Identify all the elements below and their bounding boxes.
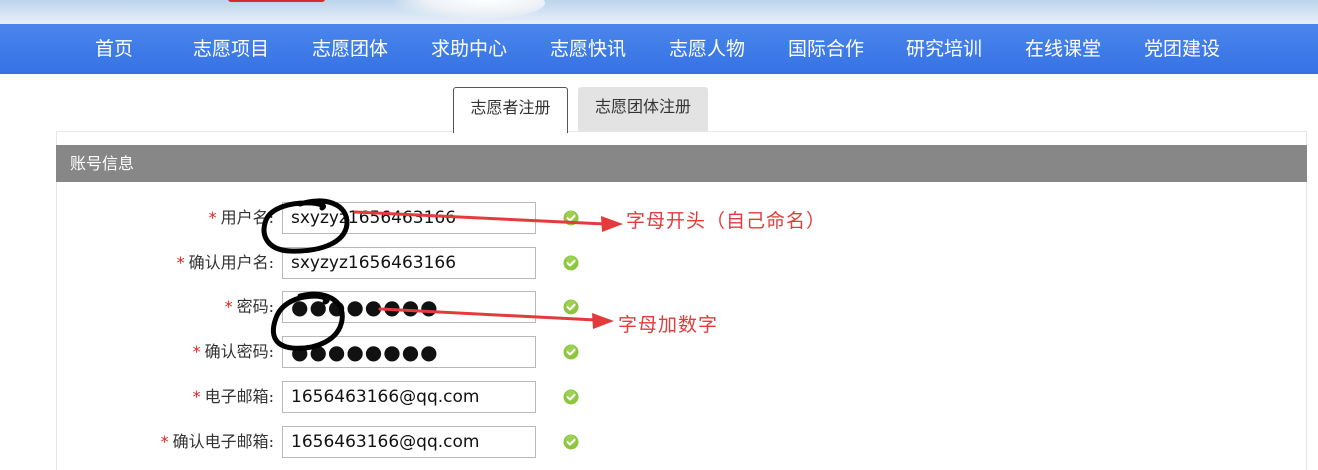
top-banner (0, 0, 1318, 24)
confirm-username-input[interactable] (282, 247, 536, 279)
password-label: * 密码: (224, 297, 274, 316)
annotation-password-note: 字母加数字 (618, 314, 719, 336)
required-mark: * (160, 432, 169, 451)
confirm-password-input[interactable] (282, 336, 536, 368)
confirm-password-label: * 确认密码: (192, 342, 274, 361)
valid-check-icon (563, 299, 579, 315)
password-input[interactable] (282, 291, 536, 323)
nav-item-online-class[interactable]: 在线课堂 (1025, 24, 1101, 74)
nav-item-people[interactable]: 志愿人物 (669, 24, 745, 74)
banner-logo (228, 0, 325, 2)
required-mark: * (208, 208, 217, 227)
confirm-email-label: * 确认电子邮箱: (160, 432, 274, 451)
annotation-username-note: 字母开头（自己命名） (626, 210, 827, 232)
nav-item-groups[interactable]: 志愿团体 (312, 24, 388, 74)
nav-item-home[interactable]: 首页 (95, 24, 133, 74)
nav-item-research[interactable]: 研究培训 (906, 24, 982, 74)
section-title-account-info: 账号信息 (56, 145, 1307, 182)
email-input[interactable] (282, 381, 536, 413)
banner-dove-image (395, 0, 545, 20)
tab-volunteer-register[interactable]: 志愿者注册 (453, 87, 568, 133)
valid-check-icon (563, 344, 579, 360)
nav-item-international[interactable]: 国际合作 (788, 24, 864, 74)
valid-check-icon (563, 210, 579, 226)
username-input[interactable] (282, 202, 536, 234)
valid-check-icon (563, 389, 579, 405)
required-mark: * (192, 387, 201, 406)
valid-check-icon (563, 255, 579, 271)
email-label: * 电子邮箱: (192, 387, 274, 406)
confirm-email-input[interactable] (282, 426, 536, 458)
nav-item-news[interactable]: 志愿快讯 (550, 24, 626, 74)
username-label: * 用户名: (208, 208, 274, 227)
required-mark: * (192, 342, 201, 361)
main-nav: 首页 志愿项目 志愿团体 求助中心 志愿快讯 志愿人物 国际合作 研究培训 在线… (0, 24, 1318, 74)
tab-group-register[interactable]: 志愿团体注册 (578, 87, 708, 131)
nav-item-help-center[interactable]: 求助中心 (431, 24, 507, 74)
valid-check-icon (563, 434, 579, 450)
nav-item-party[interactable]: 党团建设 (1144, 24, 1220, 74)
confirm-username-label: * 确认用户名: (176, 253, 274, 272)
required-mark: * (176, 253, 185, 272)
required-mark: * (224, 297, 233, 316)
nav-item-projects[interactable]: 志愿项目 (193, 24, 269, 74)
